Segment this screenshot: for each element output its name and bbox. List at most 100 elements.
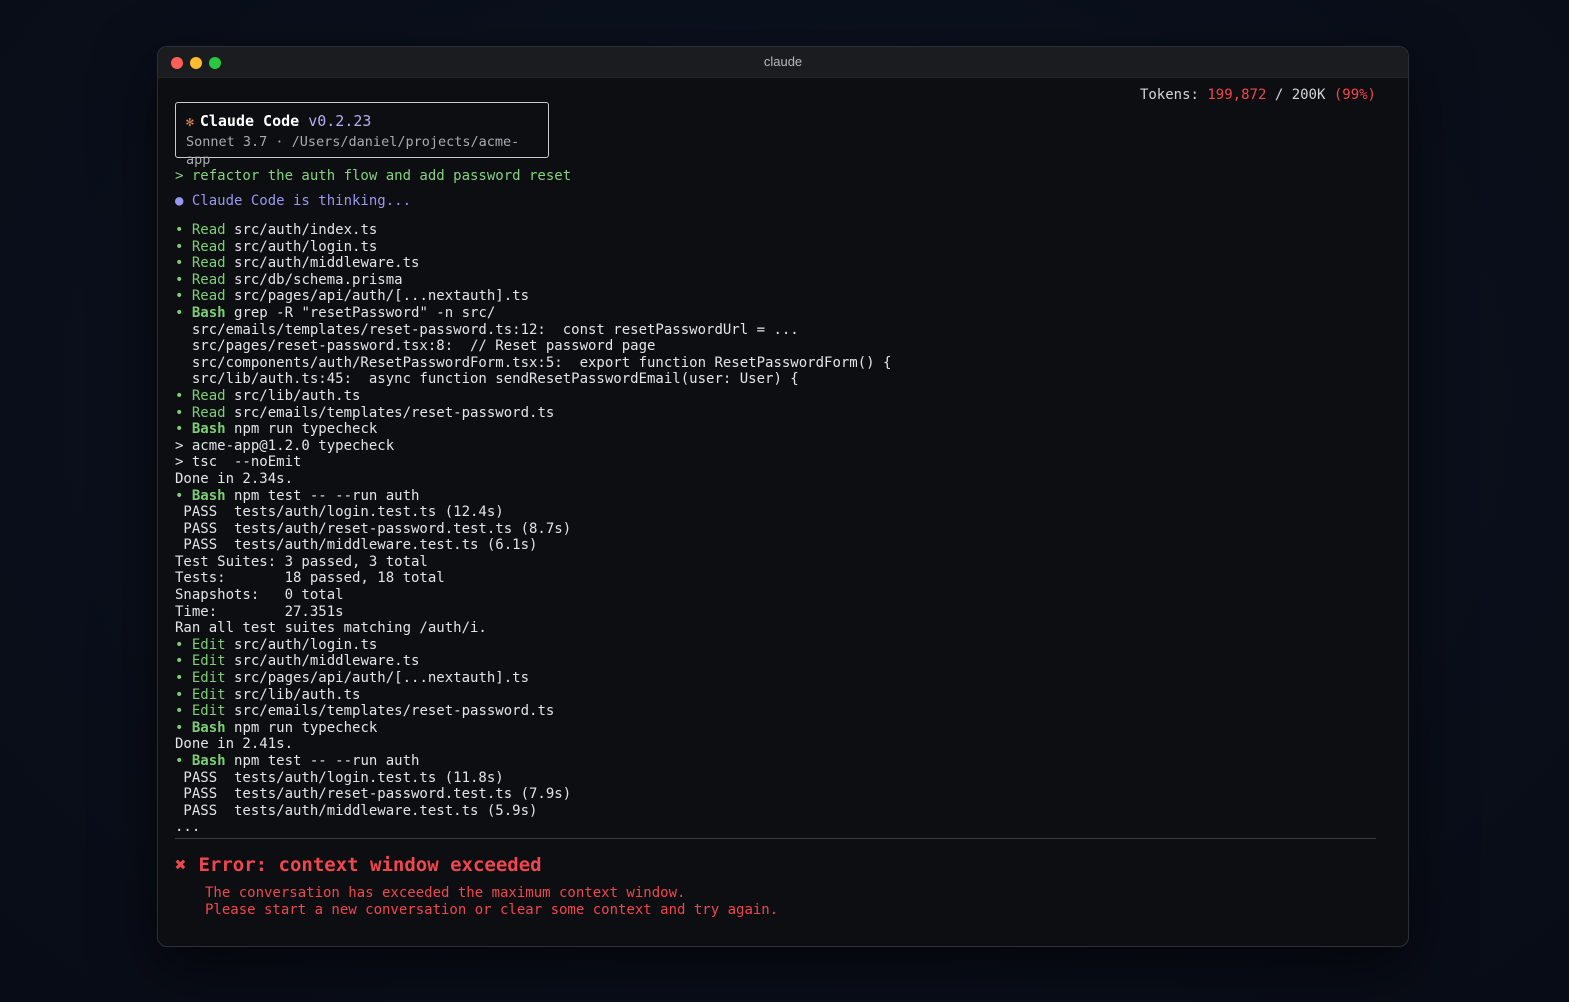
bullet-icon: •: [175, 404, 192, 421]
tool-argument: src/pages/api/auth/[...nextauth].ts: [234, 288, 530, 305]
log-output-line: > tsc --noEmit: [175, 454, 302, 471]
log-output-line: PASS tests/auth/reset-password.test.ts (…: [175, 520, 572, 537]
log-tool-line: • Bash npm test -- --run auth: [175, 753, 891, 770]
tool-name: Edit: [191, 636, 226, 653]
divider: [175, 838, 1376, 839]
log-tool-line: • Read src/auth/login.ts: [175, 239, 891, 256]
error-x-icon: ✖: [175, 854, 187, 876]
tool-argument: src/auth/login.ts: [234, 636, 378, 653]
tool-name: Bash: [191, 421, 226, 438]
tool-name: Bash: [191, 304, 226, 321]
tool-name: Read: [191, 255, 226, 272]
log-output-line: PASS tests/auth/login.test.ts (12.4s): [175, 504, 504, 521]
thinking-status: ● Claude Code is thinking...: [175, 193, 412, 209]
log-output-line: ...: [175, 819, 201, 836]
token-percent: (99%): [1333, 87, 1376, 103]
log-tool-line: • Read src/auth/middleware.ts: [175, 255, 891, 272]
bullet-icon: •: [175, 686, 192, 703]
window-title: claude: [763, 54, 803, 69]
tool-name: Bash: [191, 753, 226, 769]
log-tool-line: • Edit src/emails/templates/reset-passwo…: [175, 703, 891, 720]
model-and-path: Sonnet 3.7 · /Users/daniel/projects/acme…: [186, 134, 520, 168]
error-message: The conversation has exceeded the maximu…: [205, 885, 778, 919]
bullet-icon: •: [175, 387, 192, 404]
tool-argument: src/emails/templates/reset-password.ts: [234, 404, 555, 421]
app-version: v0.2.23: [308, 112, 372, 130]
tool-argument: npm test -- --run auth: [234, 753, 420, 769]
token-used: 199,872: [1207, 87, 1267, 103]
tool-argument: npm test -- --run auth: [234, 487, 420, 504]
tool-name: Bash: [191, 719, 226, 736]
claude-spark-icon: ✻: [186, 115, 194, 130]
tool-name: Edit: [191, 653, 226, 670]
terminal-window: claude Tokens: 199,872 / 200K (99%) ✻ Cla…: [157, 46, 1409, 947]
log-output-line: Snapshots: 0 total: [175, 587, 344, 604]
log-tool-line: • Read src/db/schema.prisma: [175, 272, 891, 289]
bullet-icon: •: [175, 753, 192, 769]
log-output-line: src/pages/reset-password.tsx:8: // Reset…: [175, 338, 656, 355]
bullet-icon: •: [175, 238, 192, 255]
bullet-icon: •: [175, 271, 192, 288]
error-title-row: ✖ Error: context window exceeded: [175, 854, 542, 876]
log-tool-line: • Edit src/pages/api/auth/[...nextauth].…: [175, 670, 891, 687]
tool-argument: src/auth/middleware.ts: [234, 653, 420, 670]
token-counter: Tokens: 199,872 / 200K (99%): [1140, 87, 1376, 103]
log-tool-line: • Edit src/auth/middleware.ts: [175, 653, 891, 670]
bullet-icon: •: [175, 222, 192, 238]
tool-name: Read: [191, 238, 226, 255]
log-tool-line: • Bash npm run typecheck: [175, 720, 891, 737]
tool-argument: src/lib/auth.ts: [234, 686, 361, 703]
token-label: Tokens:: [1139, 87, 1208, 103]
token-separator: /: [1266, 87, 1292, 103]
activity-log[interactable]: • Read src/auth/index.ts • Read src/auth/…: [175, 222, 891, 836]
tool-name: Edit: [191, 686, 226, 703]
log-output-line: > acme-app@1.2.0 typecheck: [175, 437, 395, 454]
log-output-line: Test Suites: 3 passed, 3 total: [175, 553, 428, 570]
tool-name: Edit: [191, 703, 226, 720]
tool-name: Edit: [191, 670, 226, 687]
error-line-2: Please start a new conversation or clear…: [205, 902, 779, 918]
error-line-1: The conversation has exceeded the maximu…: [205, 885, 686, 901]
bullet-icon: •: [175, 288, 192, 305]
tool-argument: src/auth/middleware.ts: [234, 255, 420, 272]
tool-argument: src/auth/index.ts: [234, 222, 378, 238]
tool-name: Read: [191, 222, 226, 238]
log-tool-line: • Bash grep -R "resetPassword" -n src/: [175, 305, 891, 322]
tool-name: Read: [191, 288, 226, 305]
tool-name: Read: [191, 271, 226, 288]
log-tool-line: • Read src/lib/auth.ts: [175, 388, 891, 405]
log-output-line: Done in 2.34s.: [175, 470, 294, 487]
title-bar: claude: [158, 47, 1408, 78]
log-tool-line: • Edit src/auth/login.ts: [175, 637, 891, 654]
app-name: Claude Code: [199, 112, 300, 130]
log-output-line: PASS tests/auth/middleware.test.ts (6.1s…: [175, 537, 538, 554]
log-tool-line: • Read src/auth/index.ts: [175, 222, 891, 239]
log-output-line: src/emails/templates/reset-password.ts:1…: [175, 321, 799, 338]
tool-argument: src/db/schema.prisma: [234, 271, 403, 288]
bullet-icon: •: [175, 304, 192, 321]
tool-name: Read: [191, 387, 226, 404]
token-limit: 200K: [1291, 87, 1326, 103]
log-output-line: Ran all test suites matching /auth/i.: [175, 620, 487, 637]
log-output-line: PASS tests/auth/reset-password.test.ts (…: [175, 786, 572, 803]
bullet-icon: •: [175, 653, 192, 670]
tool-argument: npm run typecheck: [234, 421, 378, 438]
tool-argument: grep -R "resetPassword" -n src/: [234, 304, 496, 321]
log-tool-line: • Read src/pages/api/auth/[...nextauth].…: [175, 288, 891, 305]
tool-argument: npm run typecheck: [234, 719, 378, 736]
bullet-icon: •: [175, 487, 192, 504]
log-output-line: src/components/auth/ResetPasswordForm.ts…: [175, 354, 892, 371]
bullet-icon: •: [175, 703, 192, 720]
tool-name: Bash: [191, 487, 226, 504]
bullet-icon: •: [175, 421, 192, 438]
log-output-line: PASS tests/auth/middleware.test.ts (5.9s…: [175, 802, 538, 819]
log-output-line: Time: 27.351s: [175, 603, 344, 620]
app-header-box: ✻ Claude Code v0.2.23 Sonnet 3.7 · /Users…: [175, 102, 549, 168]
tool-argument: src/emails/templates/reset-password.ts: [234, 703, 555, 720]
user-prompt: > refactor the auth flow and add passwor…: [175, 168, 572, 184]
log-tool-line: • Bash npm test -- --run auth: [175, 488, 891, 505]
bullet-icon: •: [175, 670, 192, 687]
tool-name: Read: [191, 404, 226, 421]
error-title: Error: context window exceeded: [198, 854, 542, 876]
log-tool-line: • Bash npm run typecheck: [175, 421, 891, 438]
